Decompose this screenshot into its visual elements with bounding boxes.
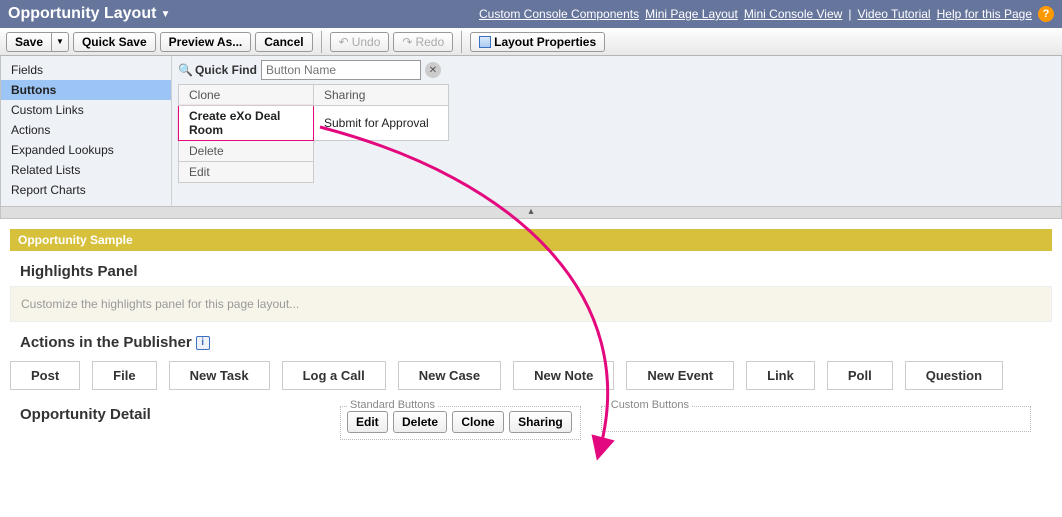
action-new-task[interactable]: New Task (169, 361, 270, 390)
nav-expanded-lookups[interactable]: Expanded Lookups (1, 140, 171, 160)
page-title-dropdown[interactable]: Opportunity Layout ▼ (8, 5, 170, 23)
std-btn-clone[interactable]: Clone (452, 411, 503, 433)
publisher-actions-row: Post File New Task Log a Call New Case N… (10, 357, 1052, 394)
link-mini-page-layout[interactable]: Mini Page Layout (645, 7, 738, 21)
save-dropdown[interactable]: ▼ (51, 32, 69, 52)
splitter-handle[interactable]: ▴ (0, 207, 1062, 219)
palette-item-sharing[interactable]: Sharing (314, 85, 449, 106)
link-help[interactable]: Help for this Page (937, 7, 1032, 21)
palette-item-delete[interactable]: Delete (179, 141, 314, 162)
toolbar-separator (461, 31, 462, 53)
redo-icon: ↷ (402, 35, 412, 49)
save-button[interactable]: Save (6, 32, 51, 52)
std-btn-sharing[interactable]: Sharing (509, 411, 572, 433)
action-file[interactable]: File (92, 361, 156, 390)
toolbar-separator (321, 31, 322, 53)
palette-nav: Fields Buttons Custom Links Actions Expa… (1, 56, 171, 206)
std-btn-delete[interactable]: Delete (393, 411, 447, 433)
layout-properties-label: Layout Properties (494, 35, 596, 49)
palette-body: 🔍Quick Find ✕ Clone Sharing Create eXo D… (171, 56, 1061, 206)
quick-find-input[interactable] (261, 60, 421, 80)
undo-icon: ↶ (339, 35, 349, 49)
link-video-tutorial[interactable]: Video Tutorial (857, 7, 930, 21)
palette-item-edit[interactable]: Edit (179, 162, 314, 183)
nav-actions[interactable]: Actions (1, 120, 171, 140)
quick-save-label: Quick Save (82, 35, 147, 49)
actions-in-publisher-title: Actions in the Publisher i (20, 334, 1052, 351)
toolbar: Save ▼ Quick Save Preview As... Cancel ↶… (0, 28, 1062, 56)
palette-item-clone[interactable]: Clone (179, 85, 314, 106)
cancel-button[interactable]: Cancel (255, 32, 312, 52)
custom-buttons-dropzone[interactable]: Custom Buttons (601, 406, 1031, 432)
separator: | (848, 7, 851, 21)
redo-button[interactable]: ↷Redo (393, 32, 453, 52)
chevron-up-icon: ▴ (528, 206, 533, 217)
standard-buttons-legend: Standard Buttons (347, 399, 438, 411)
palette-items-table: Clone Sharing Create eXo Deal Room Submi… (178, 84, 449, 183)
action-question[interactable]: Question (905, 361, 1003, 390)
redo-label: Redo (415, 35, 444, 49)
nav-report-charts[interactable]: Report Charts (1, 180, 171, 200)
link-mini-console-view[interactable]: Mini Console View (744, 7, 843, 21)
standard-buttons-fieldset: Standard Buttons Edit Delete Clone Shari… (340, 406, 581, 440)
help-icon[interactable]: ? (1038, 6, 1054, 22)
info-icon[interactable]: i (196, 336, 210, 350)
palette-item-submit-for-approval[interactable]: Submit for Approval (314, 106, 449, 141)
clear-icon[interactable]: ✕ (425, 62, 441, 78)
undo-label: Undo (352, 35, 381, 49)
action-link[interactable]: Link (746, 361, 815, 390)
chevron-down-icon: ▼ (160, 9, 170, 20)
layout-properties-icon (479, 36, 491, 48)
preview-as-button[interactable]: Preview As... (160, 32, 252, 52)
layout-canvas: Opportunity Sample Highlights Panel Cust… (0, 219, 1062, 450)
section-header-sample: Opportunity Sample (10, 229, 1052, 251)
action-new-event[interactable]: New Event (626, 361, 734, 390)
highlights-panel-placeholder[interactable]: Customize the highlights panel for this … (10, 286, 1052, 322)
highlights-panel-title: Highlights Panel (20, 263, 1052, 280)
custom-buttons-legend: Custom Buttons (608, 399, 692, 411)
palette: Fields Buttons Custom Links Actions Expa… (0, 56, 1062, 207)
nav-custom-links[interactable]: Custom Links (1, 100, 171, 120)
quick-save-button[interactable]: Quick Save (73, 32, 156, 52)
preview-as-label: Preview As... (169, 35, 243, 49)
chevron-down-icon: ▼ (56, 37, 64, 46)
page-header: Opportunity Layout ▼ Custom Console Comp… (0, 0, 1062, 28)
layout-properties-button[interactable]: Layout Properties (470, 32, 605, 52)
nav-fields[interactable]: Fields (1, 60, 171, 80)
std-btn-edit[interactable]: Edit (347, 411, 388, 433)
search-icon: 🔍 (178, 63, 193, 77)
action-log-a-call[interactable]: Log a Call (282, 361, 386, 390)
palette-item-create-exo-deal-room[interactable]: Create eXo Deal Room (179, 106, 314, 141)
action-poll[interactable]: Poll (827, 361, 893, 390)
cancel-label: Cancel (264, 35, 303, 49)
undo-button[interactable]: ↶Undo (330, 32, 390, 52)
save-label: Save (15, 35, 43, 49)
nav-buttons[interactable]: Buttons (1, 80, 171, 100)
action-post[interactable]: Post (10, 361, 80, 390)
page-title: Opportunity Layout (8, 5, 156, 23)
opportunity-detail-title: Opportunity Detail (20, 406, 320, 423)
action-new-note[interactable]: New Note (513, 361, 614, 390)
link-custom-console[interactable]: Custom Console Components (479, 7, 639, 21)
quick-find-label: 🔍Quick Find (178, 63, 257, 77)
action-new-case[interactable]: New Case (398, 361, 501, 390)
nav-related-lists[interactable]: Related Lists (1, 160, 171, 180)
